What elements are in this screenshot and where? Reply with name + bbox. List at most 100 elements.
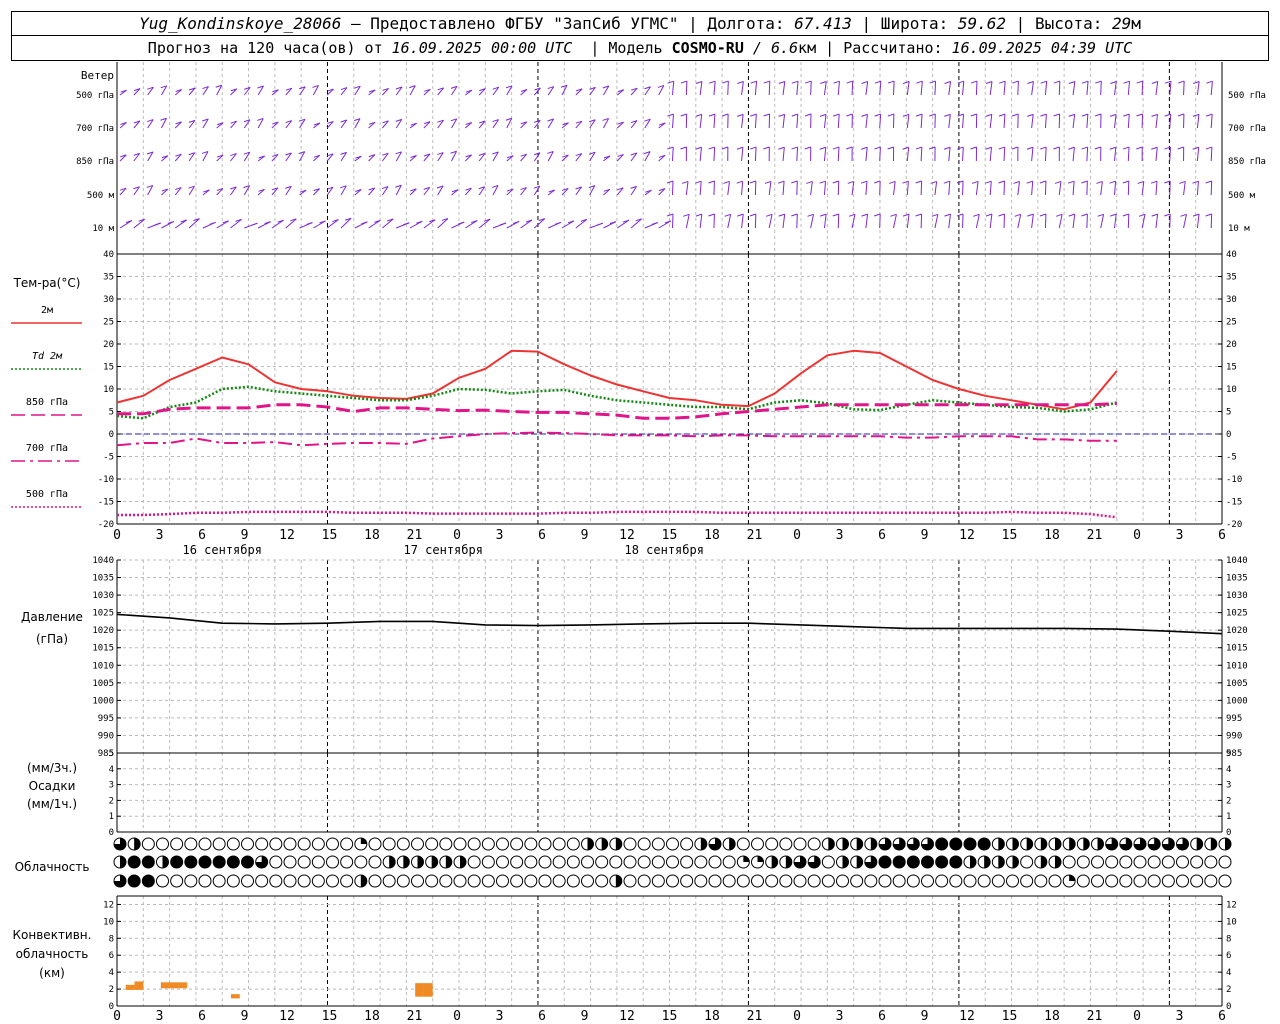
wind-barb-staff — [796, 81, 799, 96]
wind-barb — [819, 113, 827, 129]
cloud-cover-symbol — [1076, 837, 1090, 851]
wind-barb-staff — [741, 147, 744, 162]
cloud-cover-symbol — [297, 837, 311, 851]
wind-barb-feather — [1179, 180, 1186, 184]
cloud-cover-symbol — [1105, 837, 1119, 851]
wind-barb — [930, 180, 938, 196]
cloud-fill — [1083, 838, 1090, 850]
wind-barb-feather — [805, 80, 812, 84]
wind-barb-feather — [819, 180, 826, 184]
cloud-fill — [1012, 838, 1019, 850]
wind-barb-staff — [230, 218, 242, 229]
wind-barb-staff — [1196, 181, 1199, 196]
wind-barb — [382, 152, 389, 162]
wind-barb — [890, 213, 897, 229]
wind-barb-feather — [1180, 213, 1187, 217]
y-tick-label: 1 — [1226, 812, 1231, 822]
wind-barb — [243, 86, 251, 96]
cloud-cover-symbol — [198, 874, 212, 888]
wind-barb — [915, 146, 923, 162]
wind-barb-feather — [846, 80, 853, 84]
cloud-cover-symbol — [1076, 855, 1090, 869]
wind-barb-staff — [823, 181, 827, 196]
cloud-cover-symbol — [311, 855, 325, 869]
wind-barb — [667, 146, 674, 162]
cloud-circle — [453, 837, 467, 851]
wind-barb — [161, 188, 169, 196]
cloud-fill — [1040, 838, 1047, 850]
wind-barb — [1151, 146, 1158, 162]
y-tick-label: 1 — [109, 812, 114, 822]
wind-barb-feather — [750, 113, 757, 117]
wind-barb — [846, 80, 854, 96]
wind-barb — [478, 152, 486, 162]
wind-barb — [119, 220, 133, 229]
y-tick-label: 10 — [1226, 917, 1237, 927]
wind-barb — [119, 187, 127, 196]
wind-barb-staff — [423, 219, 436, 229]
cloud-cover-symbol — [1119, 874, 1133, 888]
cloud-circle — [680, 874, 694, 888]
wind-barb — [395, 86, 403, 96]
wind-barb-feather — [723, 180, 730, 184]
wind-barb — [174, 89, 183, 96]
wind-level-label: 10 м — [92, 224, 114, 234]
cloud-cover-symbol — [821, 874, 835, 888]
wind-barb — [396, 222, 410, 229]
cloud-cover-symbol — [751, 837, 764, 851]
wind-barb-staff — [713, 147, 716, 162]
wind-barb-staff — [1058, 81, 1061, 96]
wind-barb-staff — [1127, 81, 1131, 96]
cloud-cover-symbol — [269, 855, 283, 869]
wind-barb-feather — [1123, 113, 1130, 117]
wind-barb-feather — [957, 146, 964, 150]
wind-barb-feather — [1151, 213, 1158, 217]
wind-barb-staff — [948, 114, 951, 129]
cloud-circle — [241, 837, 254, 851]
wind-barb — [188, 152, 196, 162]
cloud-fill — [120, 856, 126, 868]
wind-barb — [174, 121, 182, 129]
wind-barb-feather — [970, 80, 978, 84]
wind-barb — [680, 146, 687, 162]
wind-barb — [257, 85, 264, 96]
wind-barb — [133, 88, 141, 96]
wind-barb-staff — [1141, 214, 1146, 229]
wind-barb — [658, 154, 666, 162]
wind-barb-feather — [971, 180, 979, 184]
wind-barb — [188, 218, 200, 229]
wind-barb-feather — [1205, 213, 1212, 217]
y-tick-label: -20 — [1226, 520, 1242, 530]
wind-barb-feather — [943, 146, 951, 150]
y-tick-label: -15 — [1226, 498, 1242, 508]
wind-barb — [985, 146, 993, 162]
wind-barb-staff — [1017, 181, 1021, 196]
y-tick-label: 25 — [103, 318, 114, 328]
wind-barb — [119, 154, 127, 162]
cloud-cover-symbol — [396, 874, 410, 888]
wind-barb — [708, 113, 716, 129]
x-tick-label: 21 — [747, 528, 763, 543]
cloud-circle — [637, 874, 651, 888]
wind-barb — [630, 120, 638, 129]
wind-barb-feather — [680, 113, 687, 117]
y-tick-label: 2 — [1226, 796, 1231, 806]
wind-barb-feather — [861, 146, 868, 150]
wind-barb-staff — [782, 181, 785, 196]
cloud-cover-symbol — [538, 837, 552, 851]
cloud-circle — [326, 837, 339, 851]
cloud-fill — [587, 838, 594, 850]
wind-barb — [1040, 80, 1048, 96]
x-tick-label: 9 — [921, 528, 929, 543]
wind-barb — [805, 80, 812, 96]
cloud-circle — [836, 874, 849, 888]
wind-barb-staff — [962, 147, 964, 162]
wind-barb — [644, 189, 652, 196]
cloud-circle — [1133, 874, 1147, 888]
cloud-cover-symbol — [510, 855, 524, 869]
cloud-fill — [743, 856, 750, 862]
wind-barb — [630, 218, 642, 229]
cloud-fill — [998, 838, 1005, 851]
cloud-circle — [510, 874, 524, 888]
wind-barb-staff — [989, 81, 993, 96]
